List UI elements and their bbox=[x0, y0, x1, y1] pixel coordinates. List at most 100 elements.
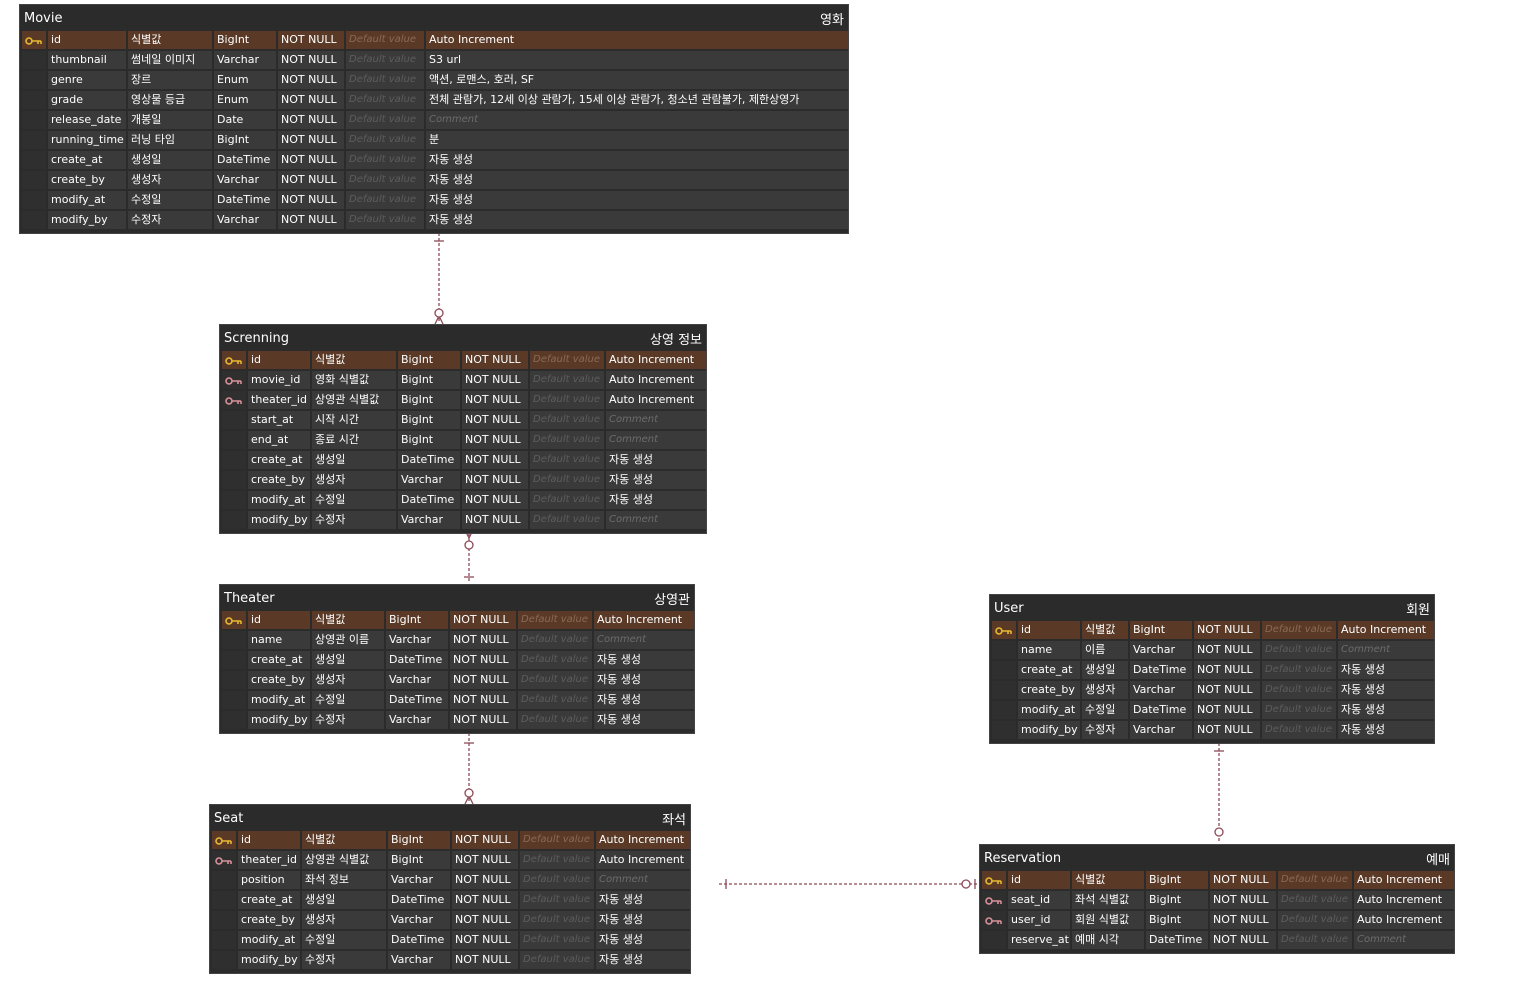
field-row[interactable]: id 식별값 BigInt NOT NULL Default value Auto Inc… bbox=[212, 831, 690, 851]
field-type[interactable]: DateTime bbox=[214, 151, 276, 169]
field-name[interactable]: seat_id bbox=[1008, 891, 1070, 909]
default-value-cell[interactable]: Default value bbox=[1262, 721, 1336, 739]
field-nullable[interactable]: NOT NULL bbox=[462, 431, 528, 449]
field-name[interactable]: create_at bbox=[48, 151, 126, 169]
field-nullable[interactable]: NOT NULL bbox=[1194, 641, 1260, 659]
field-row[interactable]: seat_id 좌석 식별값 BigInt NOT NULL Default value… bbox=[982, 891, 1454, 911]
field-description[interactable]: 수정일 bbox=[312, 691, 384, 709]
field-name[interactable]: grade bbox=[48, 91, 126, 109]
comment-cell[interactable]: Comment bbox=[594, 631, 694, 649]
field-nullable[interactable]: NOT NULL bbox=[1194, 721, 1260, 739]
field-name[interactable]: modify_by bbox=[48, 211, 126, 229]
comment-cell[interactable]: 분 bbox=[426, 131, 848, 149]
comment-cell[interactable]: 자동 생성 bbox=[1338, 701, 1434, 719]
field-nullable[interactable]: NOT NULL bbox=[278, 171, 344, 189]
comment-cell[interactable]: Auto Increment bbox=[1338, 621, 1434, 639]
field-row[interactable]: name 상영관 이름 Varchar NOT NULL Default value Co… bbox=[222, 631, 694, 651]
default-value-cell[interactable]: Default value bbox=[346, 71, 424, 89]
field-row[interactable]: end_at 종료 시간 BigInt NOT NULL Default value Co… bbox=[222, 431, 706, 451]
field-description[interactable]: 개봉일 bbox=[128, 111, 212, 129]
entity-theater[interactable]: Theater 상영관 id 식별값 BigInt NOT NULL Default val… bbox=[219, 584, 695, 734]
comment-cell[interactable]: 자동 생성 bbox=[606, 491, 706, 509]
entity-header[interactable]: Theater 상영관 bbox=[220, 585, 694, 611]
field-nullable[interactable]: NOT NULL bbox=[452, 851, 518, 869]
field-row[interactable]: modify_at 수정일 DateTime NOT NULL Default valu… bbox=[22, 191, 848, 211]
entity-user[interactable]: User 회원 id 식별값 BigInt NOT NULL Default value Au… bbox=[989, 594, 1435, 744]
default-value-cell[interactable]: Default value bbox=[530, 371, 604, 389]
field-name[interactable]: create_at bbox=[238, 891, 300, 909]
field-type[interactable]: DateTime bbox=[386, 651, 448, 669]
field-description[interactable]: 장르 bbox=[128, 71, 212, 89]
default-value-cell[interactable]: Default value bbox=[518, 691, 592, 709]
field-description[interactable]: 생성일 bbox=[128, 151, 212, 169]
field-name[interactable]: id bbox=[248, 351, 310, 369]
field-type[interactable]: Varchar bbox=[386, 671, 448, 689]
field-nullable[interactable]: NOT NULL bbox=[278, 111, 344, 129]
field-nullable[interactable]: NOT NULL bbox=[1210, 931, 1276, 949]
default-value-cell[interactable]: Default value bbox=[530, 351, 604, 369]
field-row[interactable]: movie_id 영화 식별값 BigInt NOT NULL Default valu… bbox=[222, 371, 706, 391]
comment-cell[interactable]: 자동 생성 bbox=[606, 451, 706, 469]
field-name[interactable]: start_at bbox=[248, 411, 310, 429]
field-description[interactable]: 수정자 bbox=[312, 511, 396, 529]
field-description[interactable]: 수정일 bbox=[312, 491, 396, 509]
field-name[interactable]: thumbnail bbox=[48, 51, 126, 69]
field-nullable[interactable]: NOT NULL bbox=[452, 871, 518, 889]
field-type[interactable]: Varchar bbox=[1130, 721, 1192, 739]
field-name[interactable]: id bbox=[1008, 871, 1070, 889]
comment-cell[interactable]: Comment bbox=[606, 511, 706, 529]
comment-cell[interactable]: 자동 생성 bbox=[426, 211, 848, 229]
field-description[interactable]: 식별값 bbox=[1072, 871, 1144, 889]
default-value-cell[interactable]: Default value bbox=[346, 171, 424, 189]
default-value-cell[interactable]: Default value bbox=[520, 891, 594, 909]
field-description[interactable]: 시작 시간 bbox=[312, 411, 396, 429]
field-row[interactable]: create_at 생성일 DateTime NOT NULL Default valu… bbox=[22, 151, 848, 171]
field-name[interactable]: modify_at bbox=[48, 191, 126, 209]
comment-cell[interactable]: 자동 생성 bbox=[1338, 681, 1434, 699]
field-nullable[interactable]: NOT NULL bbox=[1210, 911, 1276, 929]
field-nullable[interactable]: NOT NULL bbox=[450, 651, 516, 669]
field-type[interactable]: BigInt bbox=[1146, 911, 1208, 929]
field-name[interactable]: modify_at bbox=[248, 491, 310, 509]
field-description[interactable]: 수정자 bbox=[1082, 721, 1128, 739]
default-value-cell[interactable]: Default value bbox=[346, 31, 424, 49]
field-type[interactable]: BigInt bbox=[1146, 871, 1208, 889]
field-description[interactable]: 수정일 bbox=[302, 931, 386, 949]
default-value-cell[interactable]: Default value bbox=[1262, 661, 1336, 679]
field-name[interactable]: theater_id bbox=[248, 391, 310, 409]
field-row[interactable]: position 좌석 정보 Varchar NOT NULL Default valu… bbox=[212, 871, 690, 891]
default-value-cell[interactable]: Default value bbox=[530, 391, 604, 409]
field-description[interactable]: 수정일 bbox=[128, 191, 212, 209]
field-row[interactable]: theater_id 상영관 식별값 BigInt NOT NULL Default v… bbox=[222, 391, 706, 411]
field-description[interactable]: 생성자 bbox=[1082, 681, 1128, 699]
entity-header[interactable]: Reservation 예매 bbox=[980, 845, 1454, 871]
default-value-cell[interactable]: Default value bbox=[530, 511, 604, 529]
field-name[interactable]: genre bbox=[48, 71, 126, 89]
field-name[interactable]: modify_by bbox=[248, 511, 310, 529]
default-value-cell[interactable]: Default value bbox=[346, 151, 424, 169]
field-description[interactable]: 상영관 식별값 bbox=[302, 851, 386, 869]
field-type[interactable]: DateTime bbox=[1130, 701, 1192, 719]
default-value-cell[interactable]: Default value bbox=[518, 611, 592, 629]
field-description[interactable]: 영상물 등급 bbox=[128, 91, 212, 109]
field-row[interactable]: modify_at 수정일 DateTime NOT NULL Default valu… bbox=[212, 931, 690, 951]
field-type[interactable]: Varchar bbox=[398, 511, 460, 529]
default-value-cell[interactable]: Default value bbox=[530, 411, 604, 429]
field-nullable[interactable]: NOT NULL bbox=[1210, 871, 1276, 889]
field-name[interactable]: modify_at bbox=[248, 691, 310, 709]
field-description[interactable]: 수정일 bbox=[1082, 701, 1128, 719]
field-type[interactable]: DateTime bbox=[1146, 931, 1208, 949]
field-type[interactable]: BigInt bbox=[388, 831, 450, 849]
comment-cell[interactable]: 자동 생성 bbox=[596, 931, 690, 949]
field-description[interactable]: 생성일 bbox=[312, 451, 396, 469]
field-description[interactable]: 생성일 bbox=[1082, 661, 1128, 679]
field-nullable[interactable]: NOT NULL bbox=[462, 411, 528, 429]
field-nullable[interactable]: NOT NULL bbox=[450, 611, 516, 629]
field-name[interactable]: name bbox=[248, 631, 310, 649]
default-value-cell[interactable]: Default value bbox=[1262, 701, 1336, 719]
field-row[interactable]: theater_id 상영관 식별값 BigInt NOT NULL Default v… bbox=[212, 851, 690, 871]
comment-cell[interactable]: Auto Increment bbox=[596, 851, 690, 869]
field-nullable[interactable]: NOT NULL bbox=[462, 391, 528, 409]
field-nullable[interactable]: NOT NULL bbox=[278, 151, 344, 169]
field-row[interactable]: genre 장르 Enum NOT NULL Default value 액션, 로맨스,… bbox=[22, 71, 848, 91]
